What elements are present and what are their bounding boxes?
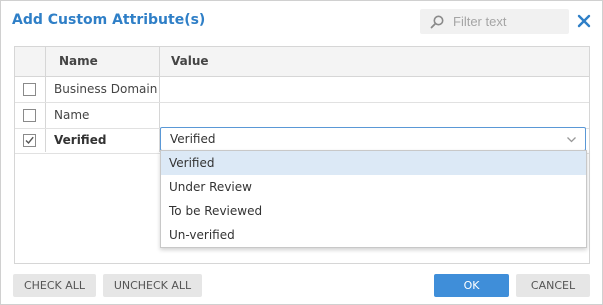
uncheck-all-button[interactable]: UNCHECK ALL bbox=[103, 274, 202, 297]
dropdown-option[interactable]: Verified bbox=[161, 151, 586, 175]
row-checkbox[interactable] bbox=[23, 134, 36, 147]
row-checkbox[interactable] bbox=[23, 83, 36, 96]
grid-header: Name Value bbox=[15, 47, 589, 77]
cancel-button[interactable]: CANCEL bbox=[516, 274, 590, 297]
check-all-button[interactable]: CHECK ALL bbox=[13, 274, 96, 297]
ok-button[interactable]: OK bbox=[434, 274, 509, 297]
add-custom-attributes-dialog: Add Custom Attribute(s) Name Value Busin… bbox=[0, 0, 603, 305]
dropdown-option[interactable]: Un-verified bbox=[161, 223, 586, 247]
dialog-title: Add Custom Attribute(s) bbox=[12, 12, 206, 28]
attribute-name: Business Domain bbox=[54, 82, 158, 96]
filter-input[interactable] bbox=[451, 13, 565, 30]
dropdown-option[interactable]: To be Reviewed bbox=[161, 199, 586, 223]
attribute-name: Verified bbox=[54, 133, 107, 147]
table-row: Name bbox=[15, 103, 589, 129]
search-icon bbox=[430, 15, 444, 28]
value-select[interactable]: Verified bbox=[160, 127, 586, 151]
close-icon[interactable] bbox=[577, 14, 591, 28]
column-header-name[interactable]: Name bbox=[59, 47, 98, 76]
column-header-value[interactable]: Value bbox=[171, 47, 209, 76]
value-dropdown-list: Verified Under Review To be Reviewed Un-… bbox=[160, 150, 587, 248]
row-checkbox[interactable] bbox=[23, 109, 36, 122]
dropdown-option[interactable]: Under Review bbox=[161, 175, 586, 199]
select-value: Verified bbox=[170, 132, 216, 146]
attribute-name: Name bbox=[54, 108, 90, 122]
checkmark-icon bbox=[25, 136, 34, 145]
table-row: Business Domain bbox=[15, 77, 589, 103]
chevron-down-icon bbox=[567, 137, 576, 143]
filter-box[interactable] bbox=[420, 9, 569, 34]
